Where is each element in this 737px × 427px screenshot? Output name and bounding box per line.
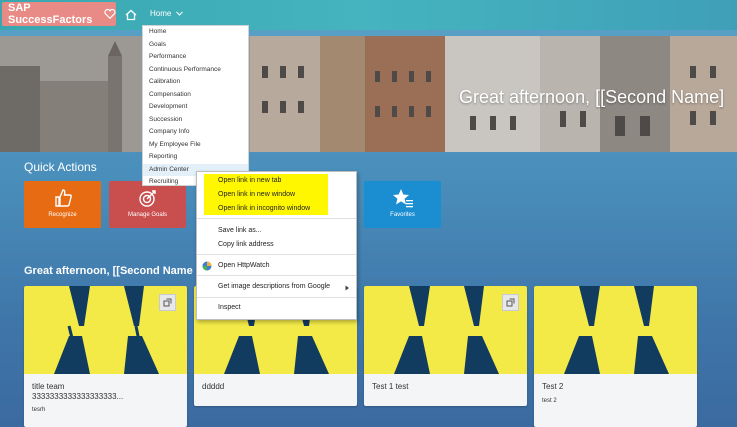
content-card[interactable]: Test 2 test 2 [534,286,697,427]
thumbs-up-icon [54,189,72,207]
home-icon[interactable] [124,8,138,22]
menu-item-compensation[interactable]: Compensation [143,89,248,102]
share-button[interactable] [159,294,176,311]
card-subtitle: test 2 [542,398,557,404]
card-title: Test 1 test [372,382,409,391]
menu-item-continuous-performance[interactable]: Continuous Performance [143,64,248,77]
browser-context-menu: Open link in new tab Open link in new wi… [196,171,357,320]
top-navigation-bar: SAP SuccessFactors Home [0,0,737,30]
tile-label: Recognize [48,212,77,218]
menu-item-reporting[interactable]: Reporting [143,151,248,164]
menu-item-succession[interactable]: Succession [143,114,248,127]
menu-item-company-info[interactable]: Company Info [143,126,248,139]
menu-separator [197,218,356,219]
open-link-new-tab[interactable]: Open link in new tab [218,177,281,184]
inspect[interactable]: Inspect [218,304,241,311]
favorites-tile[interactable]: Favorites [364,181,441,228]
content-card[interactable]: Test 1 test [364,286,527,406]
card-subtitle: tesrh [32,407,46,413]
tile-label: Manage Goals [127,212,168,218]
menu-separator [197,275,356,276]
chevron-down-icon [176,11,184,16]
menu-item-development[interactable]: Development [143,101,248,114]
quick-actions-heading: Quick Actions [24,160,97,174]
menu-separator [197,254,356,255]
card-image [534,286,697,374]
share-icon [163,298,172,307]
hands-illustration [534,286,697,374]
share-icon [506,298,515,307]
hero-greeting: Great afternoon, [[Second Name] [459,87,725,107]
menu-item-calibration[interactable]: Calibration [143,76,248,89]
menu-item-performance[interactable]: Performance [143,51,248,64]
httpwatch-icon [202,261,212,271]
target-icon [138,190,156,207]
heart-icon [104,8,116,20]
share-button[interactable] [502,294,519,311]
hero-banner: Great afternoon, [[Second Name] [0,36,737,152]
tile-label: Favorites [390,212,415,218]
logo-text: SAP SuccessFactors [8,2,93,26]
menu-item-goals[interactable]: Goals [143,39,248,52]
get-image-descriptions[interactable]: Get image descriptions from Google [218,283,330,290]
menu-separator [197,297,356,298]
section-heading: Great afternoon, [[Second Name [24,265,193,277]
save-link-as[interactable]: Save link as... [218,227,262,234]
home-menu-label: Home [150,9,172,18]
home-menu-button[interactable]: Home [150,9,184,18]
star-list-icon [392,189,413,208]
card-title: title team 3333333333333333333... [32,382,124,401]
recognize-tile[interactable]: Recognize [24,181,101,228]
card-image [364,286,527,374]
chevron-right-icon [345,285,349,291]
card-title: Test 2 [542,382,564,391]
open-link-new-window[interactable]: Open link in new window [218,191,295,198]
copy-link-address[interactable]: Copy link address [218,241,274,248]
open-link-incognito[interactable]: Open link in incognito window [218,205,310,212]
menu-item-home[interactable]: Home [143,26,248,39]
open-httpwatch[interactable]: Open HttpWatch [218,262,270,269]
card-title: ddddd [202,382,225,391]
home-dropdown-menu: Home Goals Performance Continuous Perfor… [142,25,249,186]
menu-item-my-employee-file[interactable]: My Employee File [143,139,248,152]
sap-successfactors-logo[interactable]: SAP SuccessFactors [2,2,116,26]
